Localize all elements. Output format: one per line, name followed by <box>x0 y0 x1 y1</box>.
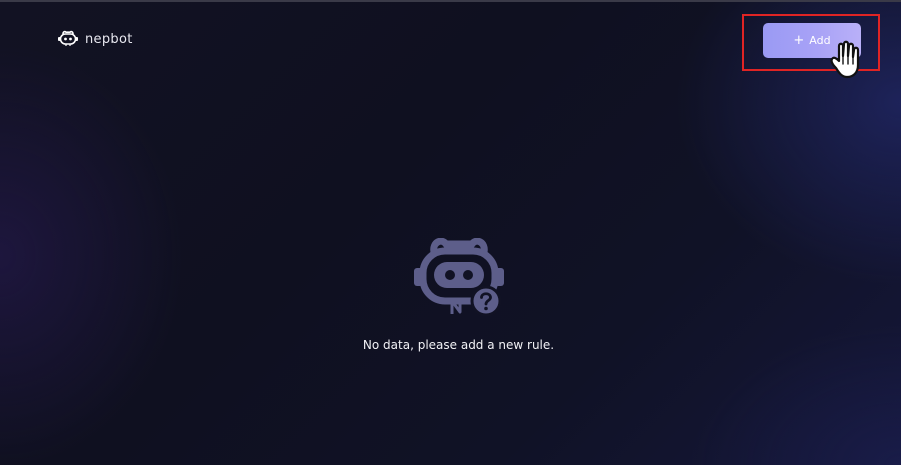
window-top-strip <box>0 0 901 2</box>
hand-cursor-icon <box>826 38 874 84</box>
plus-icon: + <box>793 33 805 48</box>
robot-question-icon <box>410 237 510 322</box>
robot-head-icon <box>57 30 79 48</box>
logo-text: nepbot <box>85 31 133 47</box>
logo: nepbot <box>57 30 133 48</box>
empty-state-message: No data, please add a new rule. <box>362 338 555 352</box>
